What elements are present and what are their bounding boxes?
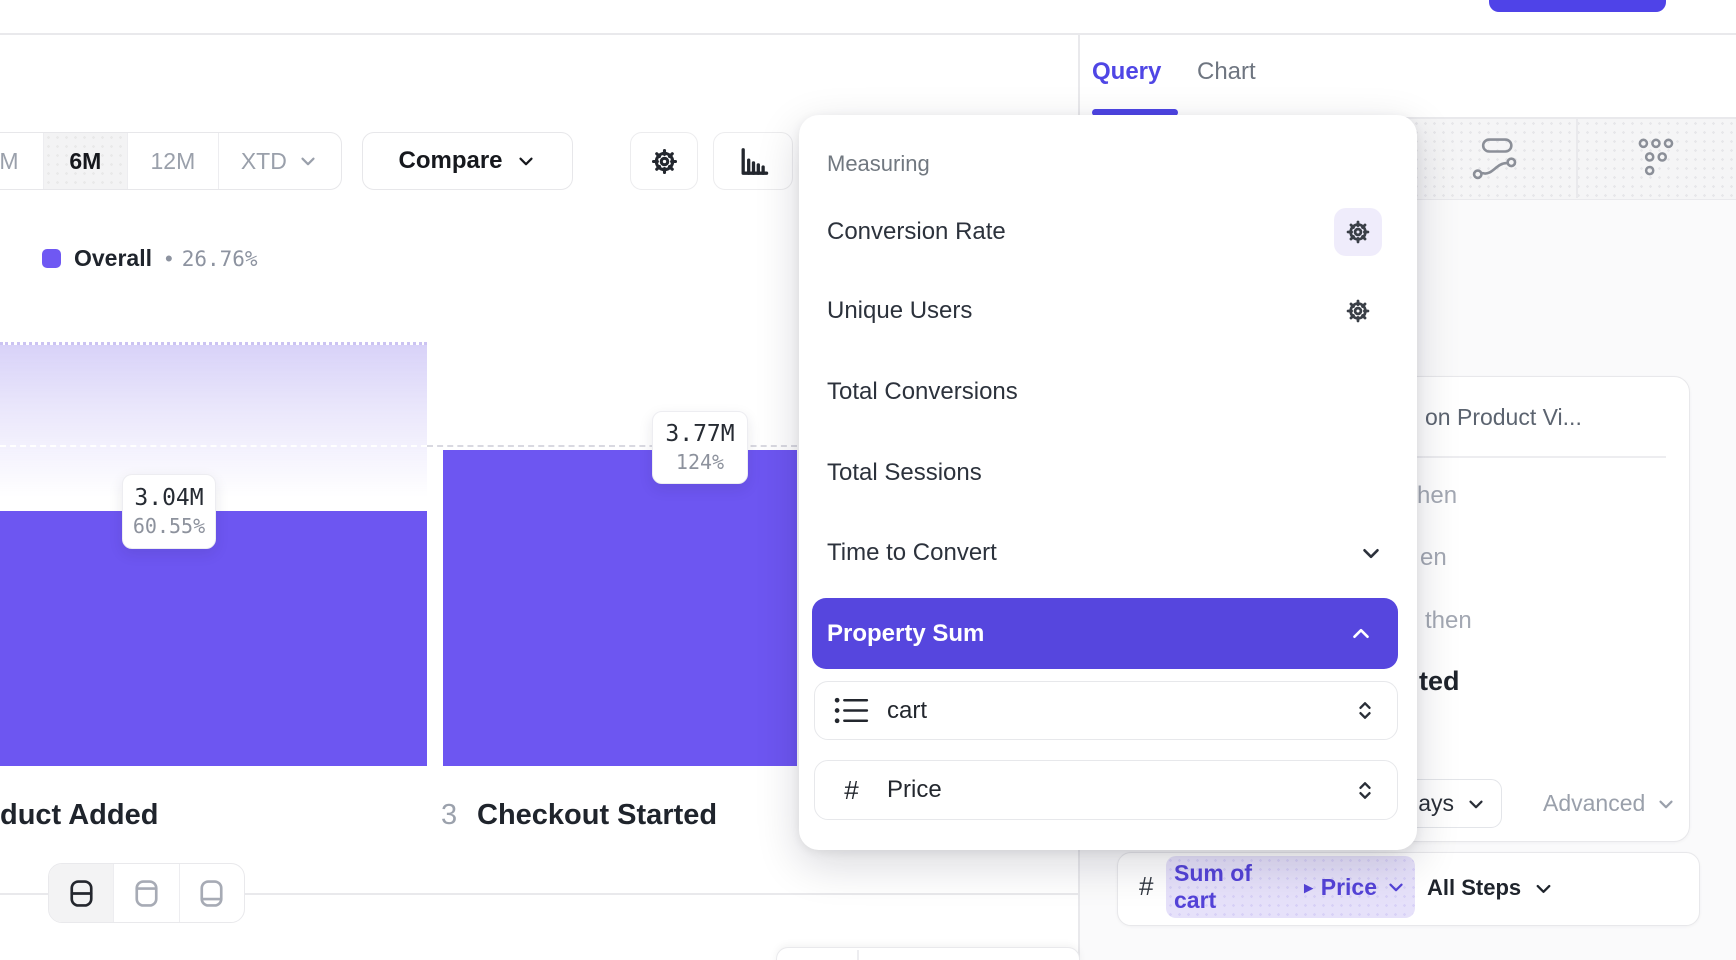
triangle-right-icon: ▸: [1304, 879, 1313, 896]
chevron-down-icon: [1655, 793, 1677, 815]
layout-split-button[interactable]: [49, 864, 114, 922]
chart-settings-button[interactable]: [630, 132, 698, 190]
step-label-product-added: duct Added: [0, 799, 158, 832]
toolbar-cell-divider: [1576, 118, 1578, 198]
all-steps-dropdown[interactable]: All Steps: [1427, 863, 1555, 913]
unique-users-settings-button[interactable]: [1334, 287, 1382, 335]
chevron-down-icon: [1532, 877, 1555, 900]
chevron-down-icon: [297, 150, 319, 172]
detail-table-peek: [776, 947, 1080, 960]
time-range-option-12m[interactable]: 12M: [128, 133, 219, 189]
menu-item-total-sessions[interactable]: Total Sessions: [827, 459, 982, 487]
legend-item-overall[interactable]: Overall • 26.76%: [42, 245, 258, 272]
menu-item-property-sum-selected[interactable]: Property Sum: [812, 598, 1398, 669]
flows-icon: [1468, 134, 1520, 182]
menu-title: Measuring: [827, 151, 930, 177]
stepper-icon: [1353, 697, 1377, 724]
detail-table-peek-divider: [857, 950, 859, 960]
bar-chart-icon: [737, 145, 770, 178]
stepper-icon: [1353, 777, 1377, 804]
gear-icon: [649, 146, 680, 177]
time-range-control: M 6M 12M XTD: [0, 132, 342, 190]
time-range-option-xtd[interactable]: XTD: [219, 133, 341, 189]
then-connector-fragment: en: [1420, 544, 1447, 572]
chevron-up-icon: [1348, 621, 1374, 647]
value-card-product-added: 3.04M 60.55%: [122, 474, 216, 549]
step-number-3: 3: [441, 799, 457, 832]
dots-grid-icon: [1634, 135, 1680, 181]
property-event-selector[interactable]: cart: [814, 681, 1398, 740]
layout-top-icon: [133, 878, 160, 909]
advanced-dropdown[interactable]: Advanced: [1543, 790, 1677, 817]
legend-series-value: • 26.76%: [165, 246, 258, 272]
steps-card-header-fragment: on Product Vi...: [1425, 404, 1582, 431]
compare-button[interactable]: Compare: [362, 132, 573, 190]
reference-dashed-line: [0, 445, 427, 447]
gear-icon: [1344, 297, 1372, 325]
topbar-divider: [0, 33, 1736, 35]
layout-bottom-button[interactable]: [180, 864, 244, 922]
hash-symbol: #: [1139, 871, 1153, 902]
sum-of-cart-price-dropdown[interactable]: Sum of cart ▸ Price: [1166, 856, 1415, 918]
legend-series-name: Overall: [74, 245, 152, 272]
chevron-down-icon: [1385, 876, 1407, 898]
gear-icon: [1344, 218, 1372, 246]
menu-item-total-conversions[interactable]: Total Conversions: [827, 378, 1018, 406]
tab-chart[interactable]: Chart: [1197, 58, 1256, 86]
analytics-app: M 6M 12M XTD Compare Overall: [0, 0, 1736, 960]
breakdown-tool-button[interactable]: [1626, 128, 1688, 188]
step-name-fragment: ted: [1419, 666, 1460, 697]
flows-tool-button[interactable]: [1462, 128, 1526, 188]
legend-color-swatch: [42, 249, 61, 268]
menu-item-conversion-rate[interactable]: Conversion Rate: [827, 218, 1006, 246]
primary-action-button[interactable]: [1489, 0, 1666, 12]
time-range-option-partial[interactable]: M: [0, 133, 44, 189]
layout-bottom-icon: [198, 878, 225, 909]
menu-item-unique-users[interactable]: Unique Users: [827, 297, 972, 325]
chart-type-button[interactable]: [713, 132, 793, 190]
step-label-checkout-started: Checkout Started: [477, 799, 717, 832]
layout-toggle-group: [48, 863, 245, 923]
measuring-menu-popup: Measuring Conversion Rate Unique Users T…: [799, 115, 1417, 850]
funnel-bar-checkout-started[interactable]: [443, 450, 797, 766]
menu-item-time-to-convert[interactable]: Time to Convert: [827, 539, 997, 567]
conversion-rate-settings-button[interactable]: [1334, 208, 1382, 256]
list-icon: [833, 695, 870, 726]
chevron-down-icon: [515, 150, 537, 172]
time-range-option-6m[interactable]: 6M: [44, 133, 129, 189]
then-connector-fragment: hen: [1417, 482, 1457, 510]
hash-symbol: #: [833, 775, 870, 806]
funnel-bar-product-added[interactable]: [0, 511, 427, 766]
then-connector-fragment: then: [1425, 607, 1472, 635]
tab-query[interactable]: Query: [1092, 58, 1161, 86]
layout-split-icon: [68, 878, 95, 909]
chevron-down-icon: [1465, 793, 1487, 815]
chevron-down-icon: [1358, 540, 1384, 566]
property-name-selector[interactable]: # Price: [814, 760, 1398, 820]
layout-top-button[interactable]: [114, 864, 179, 922]
value-card-checkout-started: 3.77M 124%: [652, 411, 748, 484]
